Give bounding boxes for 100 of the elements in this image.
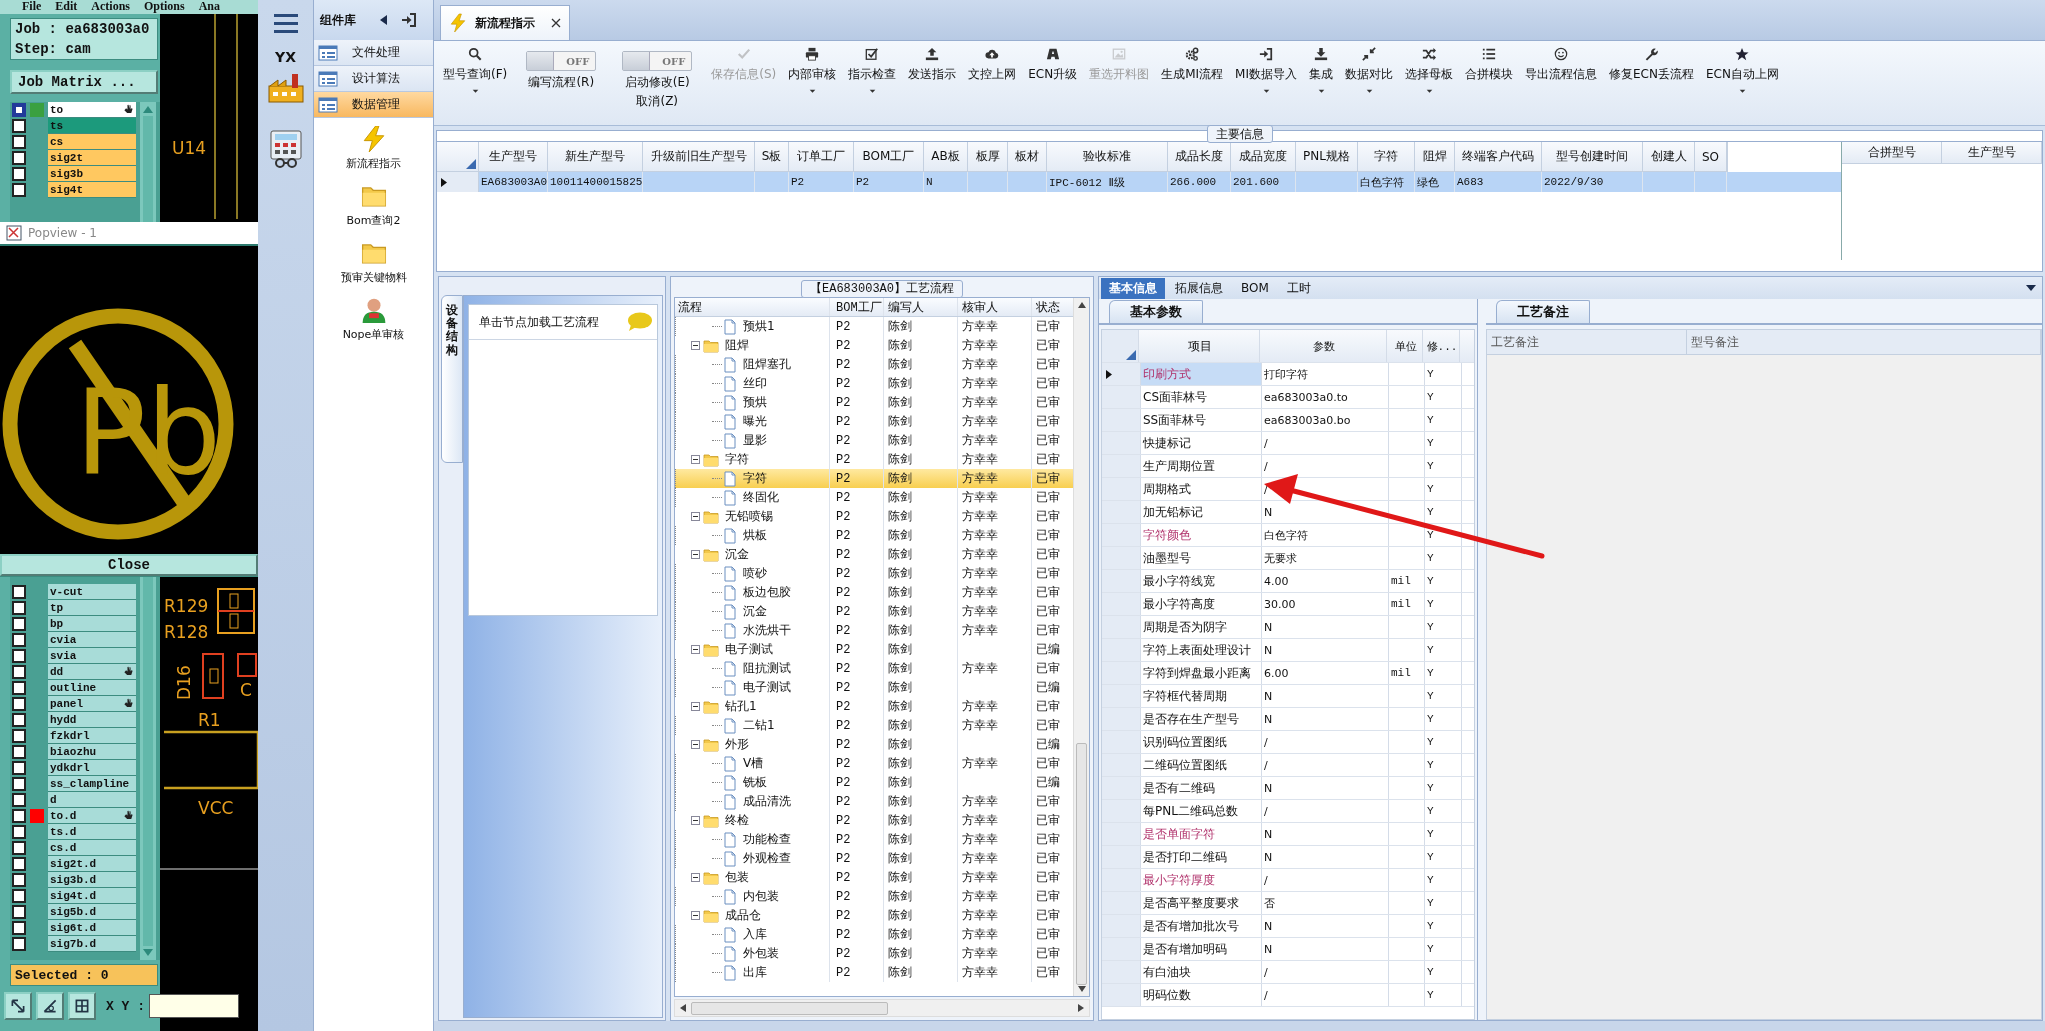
tool-button[interactable]: 新流程指示	[346, 126, 401, 171]
tree-row[interactable]: 曝光 P2 陈剑 方幸幸 已审	[675, 412, 1073, 431]
tab[interactable]: 基本信息	[1101, 277, 1165, 299]
tree-row[interactable]: 沉金 P2 陈剑 方幸幸 已审	[675, 545, 1073, 564]
layer-button[interactable]: ts.d	[48, 824, 136, 840]
layer-button[interactable]: cs	[48, 134, 136, 150]
layer-button[interactable]: fzkdrl	[48, 728, 136, 744]
tree-row[interactable]: 出库 P2 陈剑 方幸幸 已审	[675, 963, 1073, 982]
layer-checkbox[interactable]	[12, 617, 26, 631]
tool-button[interactable]: 预审关键物料	[340, 240, 407, 285]
layer-checkbox[interactable]	[12, 167, 26, 181]
tree-row[interactable]: 成品清洗 P2 陈剑 方幸幸 已审	[675, 792, 1073, 811]
column-header[interactable]: 型号创建时间	[1542, 142, 1643, 172]
tree-row[interactable]: 外观检查 P2 陈剑 方幸幸 已审	[675, 849, 1073, 868]
column-header[interactable]: 板厚	[968, 142, 1008, 172]
column-header[interactable]: 合拼型号	[1842, 142, 1942, 164]
layer-button[interactable]: cvia	[48, 632, 136, 648]
toolbar-button[interactable]: 修复ECN丢流程	[1604, 47, 1699, 81]
toolbar-button[interactable]: 数据对比	[1340, 47, 1398, 96]
layer-checkbox[interactable]	[12, 151, 26, 165]
tab[interactable]: 基本参数	[1109, 300, 1203, 323]
column-header[interactable]: 状态	[1032, 298, 1066, 316]
column-header[interactable]: 流程	[675, 298, 830, 316]
column-header[interactable]: 生产型号	[479, 142, 548, 172]
document-tab[interactable]: 新流程指示	[440, 5, 570, 40]
layer-button[interactable]: d	[48, 792, 136, 808]
tree-row[interactable]: 预烘 P2 陈剑 方幸幸 已审	[675, 393, 1073, 412]
close-button[interactable]: Close	[0, 554, 258, 576]
tree-row[interactable]: 阻抗测试 P2 陈剑 方幸幸 已审	[675, 659, 1073, 678]
scrollbar[interactable]	[674, 999, 1090, 1017]
toolbar-button[interactable]: 型号查询(F)	[438, 47, 513, 96]
column-header[interactable]: 单位	[1387, 330, 1423, 362]
tree-row[interactable]: 板边包胶 P2 陈剑 方幸幸 已审	[675, 583, 1073, 602]
toolbar-button[interactable]: 文控上网	[963, 47, 1022, 81]
layer-button[interactable]: svia	[48, 648, 136, 664]
column-header[interactable]: PNL规格	[1296, 142, 1358, 172]
category-button[interactable]: 文件处理	[314, 40, 433, 66]
layer-button[interactable]: tp	[48, 600, 136, 616]
layer-checkbox[interactable]	[12, 905, 26, 919]
column-header[interactable]: 型号备注	[1687, 330, 2041, 354]
layer-checkbox[interactable]	[12, 809, 26, 823]
layer-checkbox[interactable]	[12, 103, 26, 117]
column-header[interactable]: 板材	[1008, 142, 1047, 172]
tree-row[interactable]: 阻焊 P2 陈剑 方幸幸 已审	[675, 336, 1073, 355]
tool-button[interactable]	[36, 992, 64, 1020]
tree-row[interactable]: 预烘1 P2 陈剑 方幸幸 已审	[675, 317, 1073, 336]
layer-button[interactable]: v-cut	[48, 584, 136, 600]
layer-button[interactable]: to.d	[48, 808, 136, 824]
tree-row[interactable]: 水洗烘干 P2 陈剑 方幸幸 已审	[675, 621, 1073, 640]
layer-checkbox[interactable]	[12, 841, 26, 855]
column-header[interactable]: 创建人	[1643, 142, 1695, 172]
layer-button[interactable]: ydkdrl	[48, 760, 136, 776]
toolbar-button[interactable]: 导出流程信息	[1520, 47, 1602, 81]
layer-checkbox[interactable]	[12, 633, 26, 647]
tree-row[interactable]: 包装 P2 陈剑 方幸幸 已审	[675, 868, 1073, 887]
tree-row[interactable]: 电子测试 P2 陈剑 已编	[675, 640, 1073, 659]
tab[interactable]: 工时	[1278, 277, 1319, 299]
layer-button[interactable]: sig3b	[48, 166, 136, 182]
tab[interactable]: 拓展信息	[1167, 277, 1231, 299]
category-button[interactable]: 数据管理	[314, 92, 433, 118]
tree-row[interactable]: 丝印 P2 陈剑 方幸幸 已审	[675, 374, 1073, 393]
menu-item[interactable]: Actions	[91, 0, 130, 14]
column-header[interactable]: 成品宽度	[1231, 142, 1296, 172]
layer-checkbox[interactable]	[12, 665, 26, 679]
toolbar-button[interactable]: 选择母板	[1400, 47, 1458, 96]
tree-row[interactable]: 功能检查 P2 陈剑 方幸幸 已审	[675, 830, 1073, 849]
layer-checkbox[interactable]	[12, 825, 26, 839]
column-header[interactable]: 阻焊	[1415, 142, 1455, 172]
tree-row[interactable]: 烘板 P2 陈剑 方幸幸 已审	[675, 526, 1073, 545]
column-header[interactable]: 字符	[1358, 142, 1415, 172]
column-header[interactable]: 终端客户代码	[1455, 142, 1542, 172]
tree-row[interactable]: 阻焊塞孔 P2 陈剑 方幸幸 已审	[675, 355, 1073, 374]
collapse-icon[interactable]	[691, 740, 700, 749]
tree-row[interactable]: 内包装 P2 陈剑 方幸幸 已审	[675, 887, 1073, 906]
collapse-icon[interactable]	[691, 550, 700, 559]
column-header[interactable]: 修...	[1423, 330, 1460, 362]
tree-row[interactable]: 显影 P2 陈剑 方幸幸 已审	[675, 431, 1073, 450]
toolbar-button[interactable]: 集成	[1304, 47, 1338, 96]
tree-row[interactable]: 外形 P2 陈剑 已编	[675, 735, 1073, 754]
layer-checkbox[interactable]	[12, 873, 26, 887]
row-header[interactable]	[1102, 363, 1141, 385]
layer-checkbox[interactable]	[12, 729, 26, 743]
collapse-icon[interactable]	[691, 455, 700, 464]
toolbar-button[interactable]: ECN自动上网	[1700, 47, 1784, 96]
layer-button[interactable]: sig6t.d	[48, 920, 136, 936]
layer-button[interactable]: ss_clampline	[48, 776, 136, 792]
toolbar-button[interactable]: 发送指示	[903, 47, 962, 81]
layer-button[interactable]: sig3b.d	[48, 872, 136, 888]
menu-item[interactable]: Ana	[198, 0, 221, 14]
tree-row[interactable]: 铣板 P2 陈剑 已编	[675, 773, 1073, 792]
layer-checkbox[interactable]	[12, 601, 26, 615]
layer-button[interactable]: sig2t	[48, 150, 136, 166]
layer-button[interactable]: dd	[48, 664, 136, 680]
layer-button[interactable]: panel	[48, 696, 136, 712]
toolbar-button[interactable]: 生成MI流程	[1156, 47, 1229, 81]
layer-checkbox[interactable]	[12, 713, 26, 727]
layer-checkbox[interactable]	[12, 681, 26, 695]
layer-checkbox[interactable]	[12, 183, 26, 197]
layer-button[interactable]: sig2t.d	[48, 856, 136, 872]
menu-item[interactable]: Options	[144, 0, 185, 14]
